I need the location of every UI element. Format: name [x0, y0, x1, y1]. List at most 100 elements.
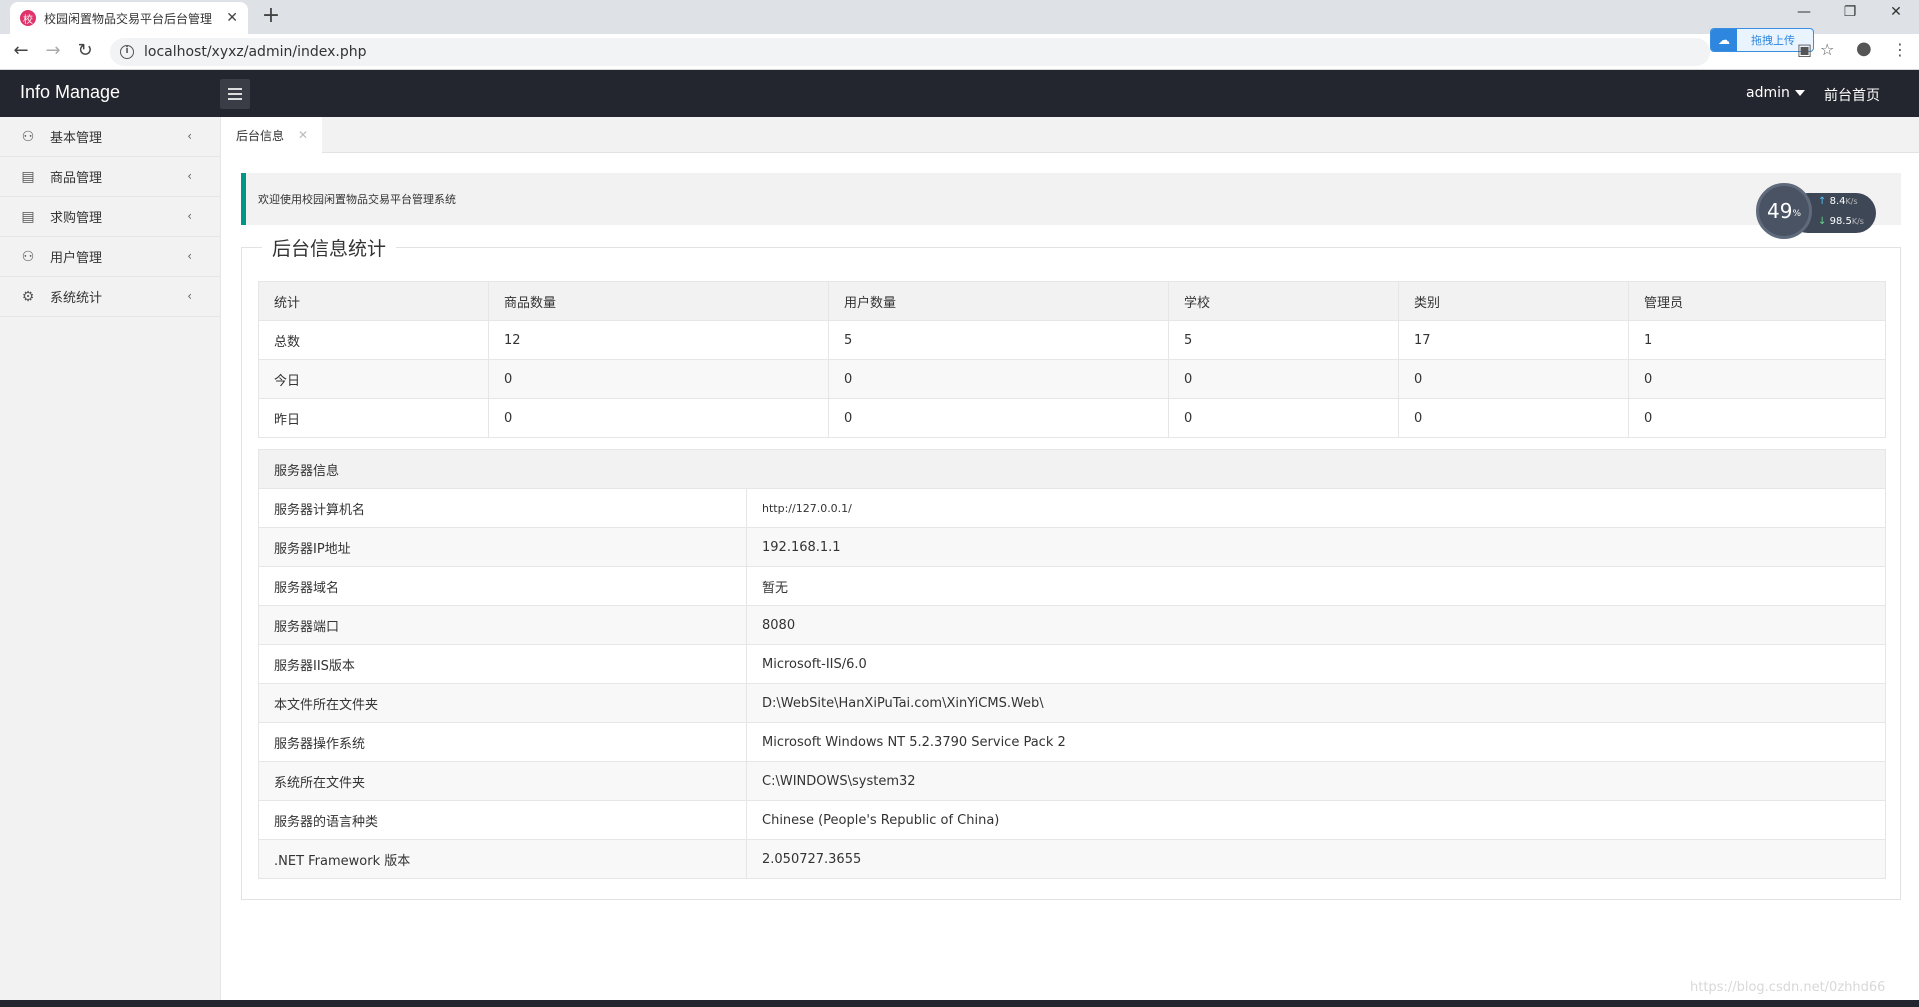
address-bar[interactable]: i localhost/xyxz/admin/index.php	[110, 38, 1710, 66]
hamburger-line	[228, 93, 242, 95]
table-row: 总数 12 5 5 17 1	[258, 320, 1886, 360]
table-row: 今日 0 0 0 0 0	[258, 359, 1886, 399]
translate-icon[interactable]: ▣	[1797, 40, 1812, 59]
reload-icon[interactable]: ↻	[74, 41, 96, 63]
caret-down-icon	[1794, 90, 1805, 96]
sidebar-item-goods[interactable]: ▤ 商品管理 ‹	[0, 157, 220, 197]
table-cell: 0	[828, 359, 1169, 399]
hamburger-icon	[228, 88, 242, 90]
table-row: 服务器操作系统 Microsoft Windows NT 5.2.3790 Ser…	[258, 722, 1886, 762]
close-icon[interactable]: ✕	[226, 10, 238, 26]
url-text: localhost/xyxz/admin/index.php	[144, 44, 367, 60]
table-cell: 0	[1398, 398, 1629, 438]
front-home-link[interactable]: 前台首页	[1824, 85, 1880, 105]
menu-toggle-button[interactable]	[220, 79, 250, 109]
sidebar-item-label: 用户管理	[50, 251, 103, 266]
window-close-icon[interactable]: ✕	[1873, 4, 1919, 20]
logo: Info Manage	[20, 82, 121, 102]
stats-fieldset: 后台信息统计 统计 商品数量 用户数量 学校 类别 管理员 总数 12 5 5 …	[241, 234, 1901, 900]
more-icon[interactable]: ⋮	[1892, 40, 1908, 59]
table-cell: 0	[1168, 359, 1399, 399]
forward-icon[interactable]: →	[42, 41, 64, 63]
gear-icon: ⚙	[21, 288, 35, 305]
table-cell: 服务器操作系统	[258, 722, 747, 762]
network-speed-widget[interactable]: 49% ↑ 8.4K/s ↓ 98.5K/s	[1756, 183, 1876, 239]
admin-dropdown[interactable]: admin	[1746, 85, 1805, 101]
account-icon[interactable]: ●	[1856, 38, 1872, 59]
gauge-percent: 49	[1766, 199, 1793, 223]
content-tabbar: 后台信息 ✕	[221, 117, 1919, 153]
user-icon: ⚇	[21, 248, 35, 265]
sidebar-item-stats[interactable]: ⚙ 系统统计 ‹	[0, 277, 220, 317]
sidebar-item-users[interactable]: ⚇ 用户管理 ‹	[0, 237, 220, 277]
back-icon[interactable]: ←	[10, 41, 32, 63]
sidebar: ⚇ 基本管理 ‹ ▤ 商品管理 ‹ ▤ 求购管理 ‹ ⚇ 用户管理 ‹ ⚙ 系统…	[0, 117, 221, 1000]
restore-icon[interactable]: ❐	[1827, 4, 1873, 20]
table-cell: Microsoft-IIS/6.0	[746, 644, 1886, 684]
table-header: 用户数量	[828, 281, 1169, 321]
speed-unit: K/s	[1845, 197, 1858, 206]
minimize-icon[interactable]: —	[1781, 4, 1827, 20]
table-cell: 服务器计算机名	[258, 488, 747, 528]
table-cell: 服务器IIS版本	[258, 644, 747, 684]
table-header: 类别	[1398, 281, 1629, 321]
sidebar-item-label: 系统统计	[50, 291, 103, 306]
table-cell: 总数	[258, 320, 489, 360]
fieldset-legend: 后台信息统计	[262, 234, 397, 261]
sidebar-item-purchase[interactable]: ▤ 求购管理 ‹	[0, 197, 220, 237]
table-cell: 服务器IP地址	[258, 527, 747, 567]
table-cell: 本文件所在文件夹	[258, 683, 747, 723]
app-header: Info Manage admin 前台首页	[0, 70, 1919, 117]
table-cell: 8080	[746, 605, 1886, 645]
hamburger-line	[228, 98, 242, 100]
table-row: 服务器端口 8080	[258, 605, 1886, 645]
table-row: 系统所在文件夹 C:\WINDOWS\system32	[258, 761, 1886, 801]
plus-icon[interactable]: +	[258, 4, 284, 30]
close-icon[interactable]: ✕	[298, 128, 308, 142]
browser-tab[interactable]: 校 校园闲置物品交易平台后台管理 ✕	[10, 2, 248, 34]
sidebar-item-label: 基本管理	[50, 131, 103, 146]
tab-backend-info[interactable]: 后台信息 ✕	[221, 117, 323, 153]
table-header-row: 统计 商品数量 用户数量 学校 类别 管理员	[258, 281, 1886, 321]
star-icon[interactable]: ☆	[1820, 40, 1834, 59]
table-cell: 0	[1168, 398, 1399, 438]
table-cell: 0	[488, 359, 829, 399]
admin-label: admin	[1746, 85, 1790, 101]
stats-table: 统计 商品数量 用户数量 学校 类别 管理员 总数 12 5 5 17 1 今日…	[258, 281, 1886, 438]
chevron-left-icon: ‹	[187, 289, 192, 303]
table-cell: 17	[1398, 320, 1629, 360]
gauge-circle: 49%	[1756, 183, 1812, 239]
chevron-left-icon: ‹	[187, 209, 192, 223]
download-speed-value: 98.5	[1829, 216, 1852, 227]
upload-speed: ↑ 8.4K/s	[1818, 196, 1858, 207]
cloud-icon: ☁	[1711, 29, 1737, 51]
table-cell: 暂无	[746, 566, 1886, 606]
browser-tab-title: 校园闲置物品交易平台后台管理	[44, 11, 213, 26]
table-row: 服务器的语言种类 Chinese (People's Republic of Ch…	[258, 800, 1886, 840]
table-cell: D:\WebSite\HanXiPuTai.com\XinYiCMS.Web\	[746, 683, 1886, 723]
gauge-percent-unit: %	[1792, 209, 1801, 219]
sidebar-item-basic[interactable]: ⚇ 基本管理 ‹	[0, 117, 220, 157]
arrow-up-icon: ↑	[1818, 196, 1827, 207]
table-cell: 今日	[258, 359, 489, 399]
table-cell: 服务器域名	[258, 566, 747, 606]
server-info-table: 服务器信息 服务器计算机名 http://127.0.0.1/ 服务器IP地址 19…	[258, 449, 1886, 879]
table-cell: C:\WINDOWS\system32	[746, 761, 1886, 801]
table-header: 统计	[258, 281, 489, 321]
table-cell: 192.168.1.1	[746, 527, 1886, 567]
table-cell: .NET Framework 版本	[258, 839, 747, 879]
table-row: 服务器计算机名 http://127.0.0.1/	[258, 488, 1886, 528]
table-cell: 0	[1628, 398, 1886, 438]
bottom-bar	[0, 1000, 1919, 1007]
table-cell: http://127.0.0.1/	[746, 488, 1886, 528]
info-icon[interactable]: i	[120, 45, 134, 59]
chevron-left-icon: ‹	[187, 129, 192, 143]
table-cell: Chinese (People's Republic of China)	[746, 800, 1886, 840]
download-speed: ↓ 98.5K/s	[1818, 216, 1864, 227]
welcome-text: 欢迎使用校园闲置物品交易平台管理系统	[258, 193, 456, 206]
sidebar-item-label: 商品管理	[50, 171, 103, 186]
upload-speed-value: 8.4	[1829, 196, 1846, 207]
document-icon: ▤	[21, 168, 35, 185]
user-icon: ⚇	[21, 128, 35, 145]
table-row: .NET Framework 版本 2.050727.3655	[258, 839, 1886, 879]
